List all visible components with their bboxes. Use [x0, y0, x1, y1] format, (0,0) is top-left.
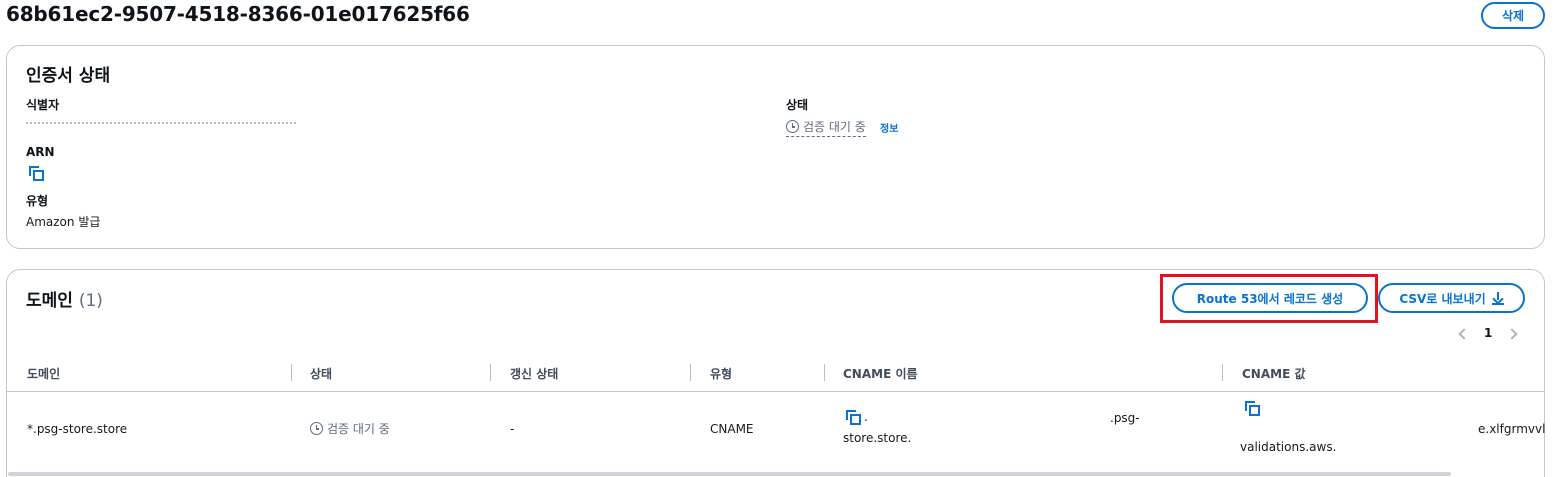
cname-value-copy-icon[interactable] [1245, 401, 1261, 417]
column-header-cname-name[interactable]: CNAME 이름 [843, 365, 918, 382]
status-value[interactable]: 검증 대기 중 [786, 118, 866, 137]
create-route53-records-button[interactable]: Route 53에서 레코드 생성 [1172, 283, 1368, 313]
cell-domain: *.psg-store.store [27, 422, 128, 436]
download-icon [1491, 292, 1504, 305]
page-title: 68b61ec2-9507-4518-8366-01e017625f66 [6, 2, 470, 26]
column-divider[interactable] [690, 364, 691, 381]
column-header-status[interactable]: 상태 [310, 365, 332, 382]
page-number[interactable]: 1 [1484, 326, 1492, 340]
arn-label: ARN [26, 145, 55, 159]
column-divider[interactable] [1222, 364, 1223, 381]
export-csv-button[interactable]: CSV로 내보내기 [1378, 283, 1525, 313]
column-header-domain[interactable]: 도메인 [27, 365, 60, 382]
export-csv-label: CSV로 내보내기 [1399, 291, 1486, 306]
cell-cname-name-part2: .psg- [1110, 411, 1140, 425]
arn-copy-icon[interactable] [29, 166, 45, 182]
domains-heading: 도메인 (1) [26, 286, 103, 311]
cell-cname-value-part1: validations.aws. [1240, 440, 1337, 454]
horizontal-scrollbar[interactable] [8, 472, 1451, 476]
cell-cname-name-part3: store.store. [843, 431, 912, 445]
table-header-divider [7, 391, 1545, 392]
column-header-cname-value[interactable]: CNAME 값 [1242, 365, 1306, 382]
cname-name-copy-icon[interactable] [846, 410, 862, 426]
cell-status: 검증 대기 중 [310, 420, 390, 437]
status-label: 상태 [786, 98, 809, 112]
delete-button[interactable]: 삭제 [1481, 2, 1545, 29]
type-label: 유형 [26, 194, 49, 208]
column-header-type[interactable]: 유형 [710, 365, 732, 382]
column-divider[interactable] [291, 364, 292, 381]
cell-type: CNAME [710, 422, 754, 436]
identifier-value-redacted [26, 122, 296, 124]
status-value-text: 검증 대기 중 [803, 120, 866, 134]
cell-cname-value-part2: e.xlfgrmvvl [1478, 422, 1546, 436]
certificate-status-heading: 인증서 상태 [26, 66, 111, 86]
cell-cname-name-part1: . [864, 410, 868, 424]
column-divider[interactable] [824, 364, 825, 381]
status-info-link[interactable]: 정보 [880, 120, 898, 135]
cell-renewal-status: - [510, 422, 515, 436]
clock-icon [786, 120, 799, 133]
certificate-status-panel: 인증서 상태 식별자 상태 검증 대기 중 정보 ARN 유형 Amazon 발… [6, 45, 1545, 249]
domains-count: (1) [78, 291, 103, 311]
identifier-label: 식별자 [26, 98, 60, 112]
column-header-renewal-status[interactable]: 갱신 상태 [510, 365, 558, 382]
clock-icon [310, 422, 323, 435]
domains-heading-text: 도메인 [26, 291, 73, 311]
column-divider[interactable] [490, 364, 491, 381]
cell-status-text: 검증 대기 중 [327, 422, 390, 436]
type-value: Amazon 발급 [26, 215, 101, 229]
